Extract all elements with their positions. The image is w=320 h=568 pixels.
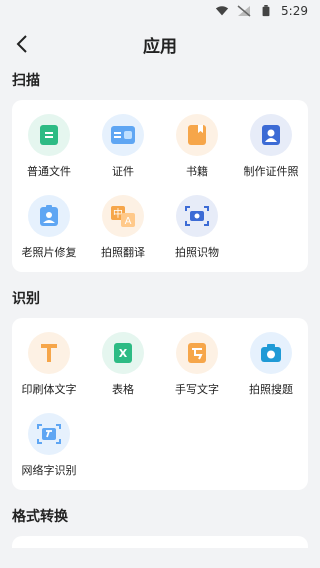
id-card-icon — [102, 114, 144, 156]
app-item-label: 书籍 — [186, 165, 208, 178]
back-button[interactable] — [10, 32, 34, 56]
no-signal-icon — [237, 5, 251, 17]
app-item-table[interactable]: X 表格 — [86, 328, 160, 403]
scan-card: 普通文件 证件 书籍 制作证件照 老照片修复 中A 拍照翻译 拍照识物 — [12, 100, 308, 272]
app-item-id-photo[interactable]: 制作证件照 — [234, 110, 308, 185]
photo-restore-icon — [28, 195, 70, 237]
app-item-object-recognition[interactable]: 拍照识物 — [160, 191, 234, 266]
format-convert-card — [12, 536, 308, 548]
recognize-card: 印刷体文字 X 表格 手写文字 拍照搜题 网络字识别 — [12, 318, 308, 490]
app-item-printed-text[interactable]: 印刷体文字 — [12, 328, 86, 403]
text-T-icon — [28, 332, 70, 374]
app-item-id-card[interactable]: 证件 — [86, 110, 160, 185]
camera-search-icon — [250, 332, 292, 374]
app-item-books[interactable]: 书籍 — [160, 110, 234, 185]
app-item-normal-doc[interactable]: 普通文件 — [12, 110, 86, 185]
app-item-label: 拍照搜题 — [249, 383, 293, 396]
app-item-label: 拍照翻译 — [101, 246, 145, 259]
app-item-photo-search-question[interactable]: 拍照搜题 — [234, 328, 308, 403]
app-item-label: 制作证件照 — [243, 165, 299, 178]
translate-icon: 中A — [102, 195, 144, 237]
svg-text:A: A — [125, 216, 132, 227]
document-icon — [28, 114, 70, 156]
section-title-recognize: 识别 — [12, 291, 40, 307]
chevron-left-icon — [16, 35, 27, 53]
app-item-photo-restore[interactable]: 老照片修复 — [12, 191, 86, 266]
excel-table-icon: X — [102, 332, 144, 374]
app-item-label: 普通文件 — [27, 165, 71, 178]
app-item-photo-translate[interactable]: 中A 拍照翻译 — [86, 191, 160, 266]
battery-icon — [262, 5, 270, 17]
handwriting-icon — [176, 332, 218, 374]
status-bar: 5:29 — [0, 0, 320, 22]
app-item-label: 证件 — [112, 165, 134, 178]
app-item-label: 表格 — [112, 383, 134, 396]
app-item-label: 手写文字 — [175, 383, 219, 396]
wifi-icon — [215, 6, 229, 16]
app-item-label: 网络字识别 — [21, 464, 77, 477]
section-title-scan: 扫描 — [12, 73, 40, 89]
status-time: 5:29 — [281, 4, 308, 18]
app-header: 应用 — [0, 22, 320, 66]
page-title: 应用 — [143, 36, 177, 57]
web-text-scan-icon — [28, 413, 70, 455]
svg-text:X: X — [119, 347, 128, 360]
app-item-label: 老照片修复 — [21, 246, 77, 259]
object-recognition-icon — [176, 195, 218, 237]
portrait-icon — [250, 114, 292, 156]
app-item-label: 拍照识物 — [175, 246, 219, 259]
section-title-format-convert: 格式转换 — [12, 509, 68, 525]
app-item-label: 印刷体文字 — [21, 383, 77, 396]
app-item-web-text[interactable]: 网络字识别 — [12, 409, 86, 484]
app-item-handwriting[interactable]: 手写文字 — [160, 328, 234, 403]
book-icon — [176, 114, 218, 156]
